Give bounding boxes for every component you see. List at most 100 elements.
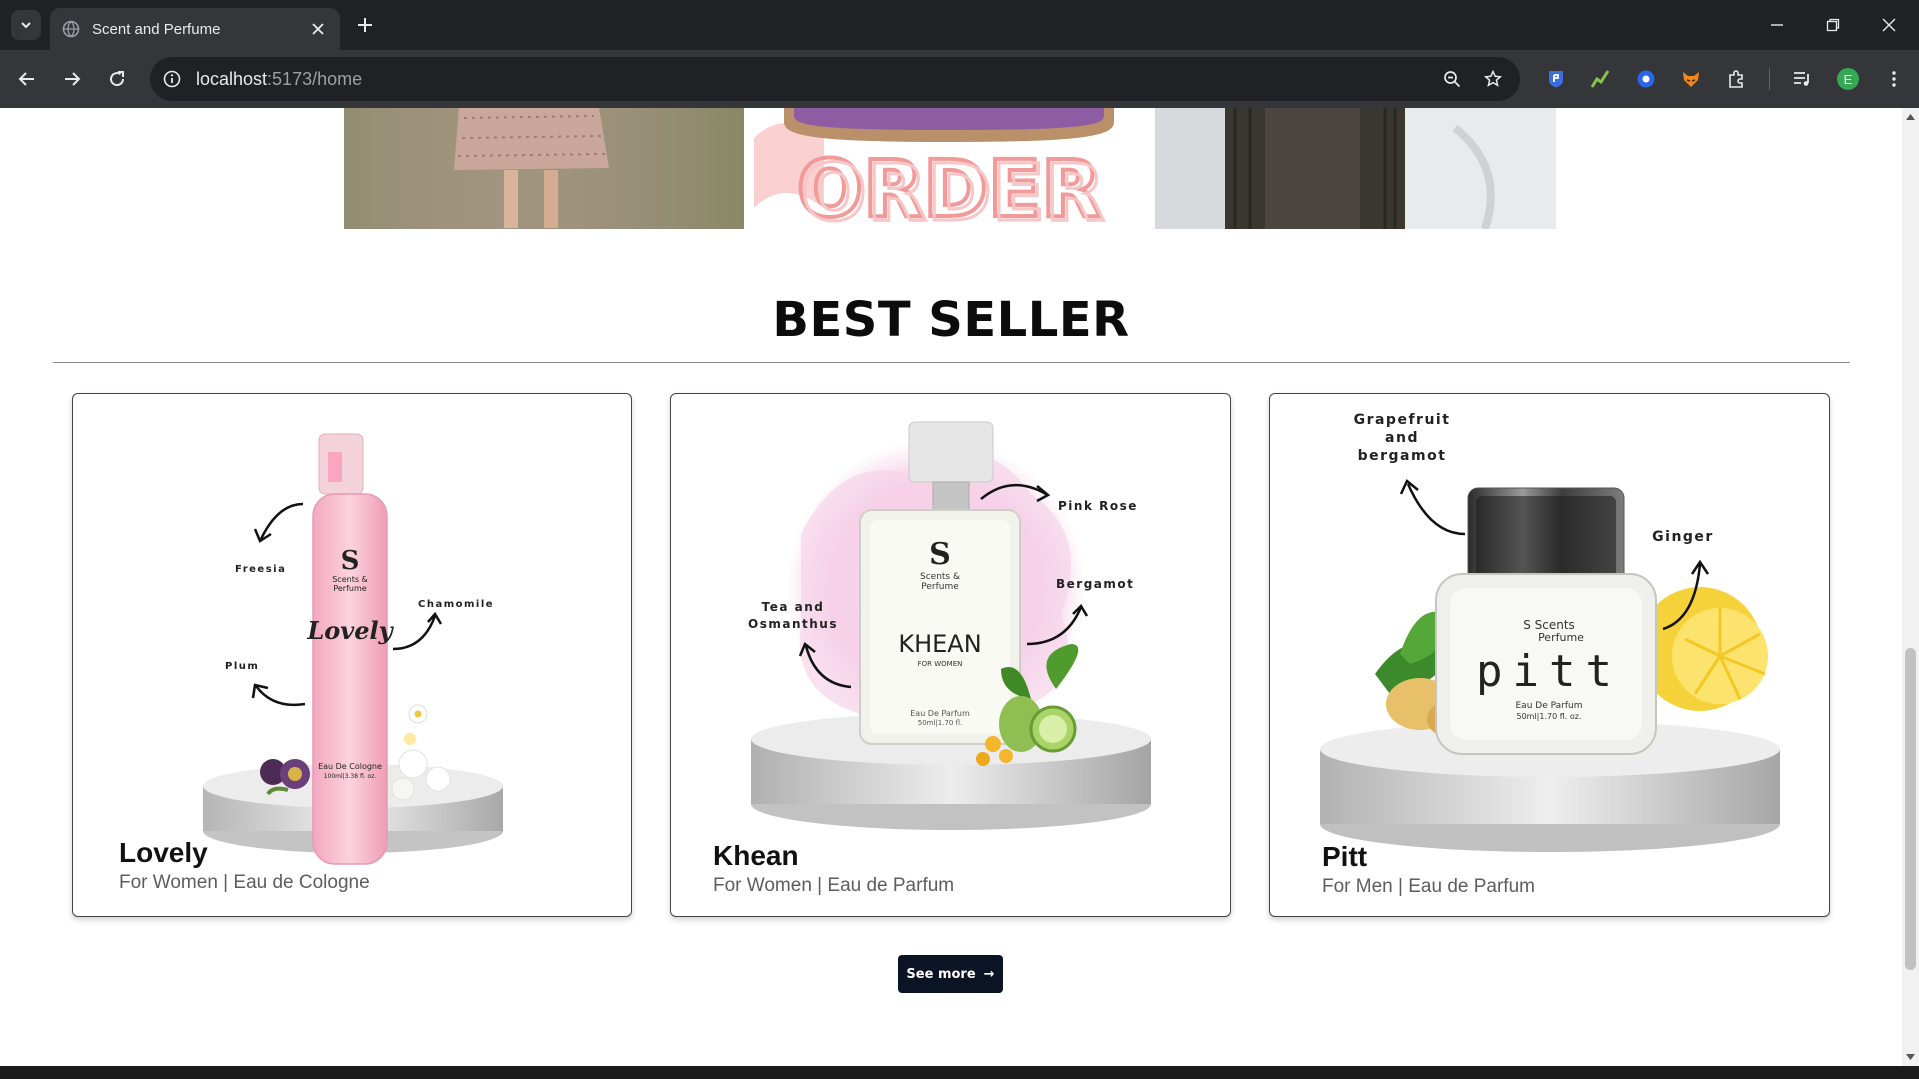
svg-text:S Scents: S Scents: [1523, 618, 1575, 632]
product-subtitle: For Men | Eau de Parfum: [1322, 876, 1535, 897]
note-osmanthus: Osmanthus: [748, 617, 838, 631]
page-viewport: ORDER ORDER BEST SELLER S Scents & Perfu…: [0, 108, 1902, 1066]
puzzle-icon: [1729, 70, 1743, 88]
reload-button[interactable]: [102, 64, 132, 94]
man-sweater-photo: [1155, 108, 1556, 229]
reload-icon: [110, 71, 125, 87]
tab-search-button[interactable]: [11, 10, 41, 40]
product-subtitle: For Women | Eau de Parfum: [713, 875, 955, 896]
extension-1-button[interactable]: [1541, 64, 1571, 94]
page-footer-edge: [0, 1066, 1919, 1079]
zoom-icon: [1444, 71, 1461, 88]
svg-text:Eau De Parfum: Eau De Parfum: [910, 709, 970, 718]
svg-text:Scents &: Scents &: [920, 572, 960, 582]
minimize-icon: [1771, 24, 1783, 26]
see-more-label: See more: [906, 966, 976, 982]
product-image-khean: S Scents & Perfume KHEAN FOR WOMEN Eau D…: [748, 421, 1151, 830]
pitt-bottle-label: pitt: [1476, 646, 1622, 697]
banner-image-perfume-order[interactable]: ORDER ORDER: [744, 108, 1155, 229]
record-extension-icon: [1637, 70, 1655, 88]
banner-image-woman[interactable]: [344, 108, 744, 229]
globe-icon: [62, 20, 80, 38]
woman-dress-photo: [344, 108, 744, 229]
scroll-up-icon: [1906, 114, 1915, 120]
star-icon: [1484, 70, 1502, 87]
window-close-button[interactable]: [1862, 0, 1916, 50]
scrollbar-thumb[interactable]: [1905, 648, 1916, 970]
svg-text:100ml|3.38 fl. oz.: 100ml|3.38 fl. oz.: [324, 773, 377, 780]
zoom-button[interactable]: [1437, 64, 1467, 94]
back-icon: [18, 72, 34, 86]
tab-title: Scent and Perfume: [92, 20, 221, 38]
svg-text:S: S: [341, 546, 360, 576]
note-ginger: Ginger: [1652, 529, 1714, 545]
plus-icon: [358, 18, 372, 32]
product-name[interactable]: Lovely: [119, 837, 208, 869]
forward-button[interactable]: [57, 64, 87, 94]
section-title: BEST SELLER: [772, 292, 1130, 348]
svg-text:Perfume: Perfume: [1538, 631, 1584, 644]
forward-icon: [65, 72, 81, 86]
arrow-right-icon: →: [983, 966, 995, 982]
new-tab-button[interactable]: [352, 12, 378, 38]
note-freesia: Freesia: [235, 564, 286, 575]
svg-text:S: S: [929, 537, 951, 572]
restore-icon: [1826, 18, 1840, 32]
close-icon: [312, 23, 324, 35]
product-card-pitt[interactable]: S Scents Perfume pitt Eau De Parfum 50ml…: [1269, 393, 1830, 917]
fox-extension-icon: [1683, 72, 1699, 87]
back-button[interactable]: [12, 64, 42, 94]
svg-text:Perfume: Perfume: [333, 584, 366, 593]
restore-button[interactable]: [1806, 0, 1860, 50]
media-control-button[interactable]: [1787, 64, 1817, 94]
svg-text:Eau De Cologne: Eau De Cologne: [318, 762, 382, 771]
svg-text:50ml|1.70 fl.: 50ml|1.70 fl.: [918, 719, 962, 727]
url-host: localhost: [196, 69, 268, 89]
note-tea-and: Tea and: [762, 600, 825, 614]
media-icon: [1794, 72, 1809, 86]
site-info-icon: [163, 70, 181, 88]
note-plum: Plum: [225, 661, 259, 672]
lovely-brand-text: Scents &: [332, 575, 368, 584]
product-name[interactable]: Khean: [713, 840, 799, 872]
extension-4-button[interactable]: [1676, 64, 1706, 94]
browser-tab[interactable]: Scent and Perfume: [50, 8, 340, 50]
url-text[interactable]: localhost:5173/home: [196, 69, 362, 90]
window-close-icon: [1882, 18, 1896, 32]
product-subtitle: For Women | Eau de Cologne: [119, 872, 370, 893]
lovely-bottle-label: Lovely: [306, 616, 394, 645]
perfume-order-graphic: ORDER ORDER: [744, 108, 1155, 229]
note-grapefruit: Grapefruit: [1354, 412, 1451, 428]
note-bergamot-men: bergamot: [1358, 448, 1447, 464]
product-card-lovely[interactable]: S Scents & Perfume Lovely Eau De Cologne…: [72, 393, 632, 917]
url-path: :5173/home: [267, 69, 363, 89]
browser-menu-button[interactable]: [1879, 64, 1909, 94]
note-pink-rose: Pink Rose: [1058, 499, 1138, 513]
extension-3-button[interactable]: [1631, 64, 1661, 94]
svg-text:Perfume: Perfume: [921, 582, 959, 592]
site-info-button[interactable]: [157, 64, 187, 94]
extension-2-button[interactable]: [1585, 64, 1615, 94]
bookmark-button[interactable]: [1478, 64, 1508, 94]
product-card-khean[interactable]: S Scents & Perfume KHEAN FOR WOMEN Eau D…: [670, 393, 1231, 917]
note-bergamot: Bergamot: [1056, 577, 1134, 591]
svg-text:ORDER: ORDER: [801, 149, 1105, 229]
chevron-down-icon: [21, 22, 31, 29]
svg-text:50ml|1.70 fl. oz.: 50ml|1.70 fl. oz.: [1516, 712, 1581, 721]
khean-bottle-label: KHEAN: [898, 630, 981, 658]
profile-initial: E: [1843, 71, 1853, 87]
menu-icon: [1892, 71, 1896, 87]
note-chamomile: Chamomile: [418, 599, 494, 610]
close-tab-button[interactable]: [308, 19, 328, 39]
toolbar-separator: [1769, 68, 1770, 90]
see-more-button[interactable]: See more →: [898, 955, 1003, 993]
extensions-menu-button[interactable]: [1722, 64, 1752, 94]
section-divider: [53, 362, 1850, 363]
minimize-button[interactable]: [1750, 0, 1804, 50]
chart-extension-icon: [1590, 70, 1610, 88]
profile-button[interactable]: E: [1833, 64, 1863, 94]
note-and: and: [1385, 430, 1419, 446]
product-name[interactable]: Pitt: [1322, 841, 1367, 873]
banner-image-man-sweater[interactable]: [1155, 108, 1556, 229]
svg-text:FOR WOMEN: FOR WOMEN: [918, 660, 963, 668]
